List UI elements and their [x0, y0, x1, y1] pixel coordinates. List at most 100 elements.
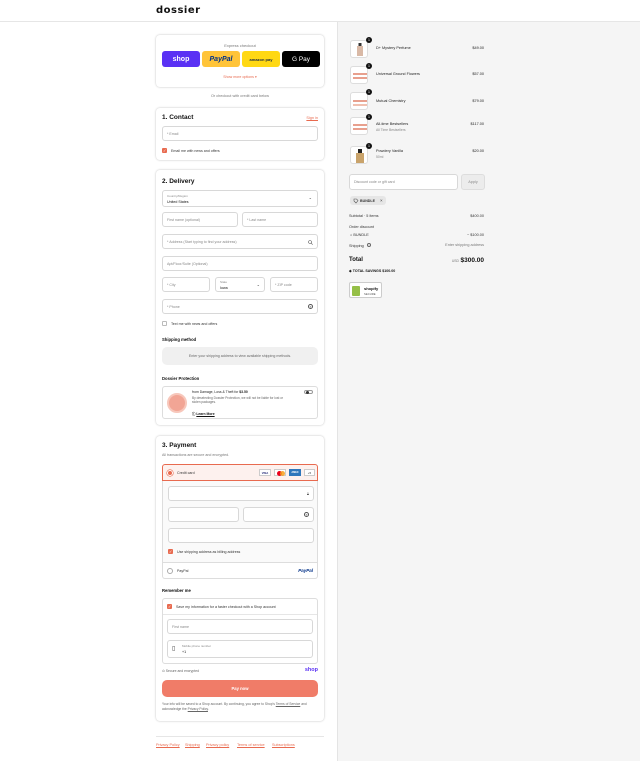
- sign-in-link[interactable]: Sign in: [306, 116, 318, 120]
- paypal-label: PayPal: [177, 568, 189, 573]
- remove-discount-icon[interactable]: ×: [380, 198, 383, 203]
- email-news-checkbox[interactable]: ✓: [162, 148, 167, 153]
- text-news-label: Text me with news and offers: [171, 321, 218, 326]
- contact-card: 1. Contact Sign in * Email ✓ Email me wi…: [156, 108, 324, 160]
- paypal-button[interactable]: PayPal: [202, 51, 240, 67]
- legal-text: Your info will be saved to a Shop accoun…: [162, 702, 318, 712]
- item-name: D+ Mystery Perfume: [376, 46, 411, 50]
- first-name-field[interactable]: First name (optional): [162, 212, 238, 227]
- amex-icon: AMEX: [289, 469, 301, 476]
- mobile-phone-field[interactable]: ▯ Mobile phone number +1: [167, 640, 313, 658]
- country-select[interactable]: Country/Region United States ⌄: [162, 190, 318, 207]
- perfume-samples-icon: [353, 124, 367, 130]
- search-icon: [308, 240, 313, 245]
- protection-title: Dossier Protection: [162, 376, 200, 381]
- secure-encrypted-label: ⊙ Secure and encrypted: [162, 669, 199, 673]
- discount-tag-chip: BUNDLE ×: [350, 196, 386, 205]
- currency-code: USD: [451, 259, 459, 263]
- or-divider-text: Or checkout with credit card below: [210, 94, 270, 98]
- product-thumbnail: [350, 66, 368, 84]
- last-name-field[interactable]: * Last name: [242, 212, 318, 227]
- help-circle-icon[interactable]: ?: [308, 304, 313, 309]
- perfume-samples-icon: [353, 100, 367, 106]
- tag-icon: [353, 198, 359, 203]
- billing-address-label: Use shipping address as billing address: [177, 549, 241, 554]
- item-price: $79.00: [472, 99, 484, 103]
- billing-address-checkbox[interactable]: ✓: [168, 549, 173, 554]
- shipping-method-notice: Enter your shipping address to view avai…: [162, 347, 318, 365]
- order-discount-label: Order discount: [349, 225, 374, 229]
- help-circle-icon[interactable]: [366, 243, 371, 247]
- chevron-down-icon: ⌄: [308, 195, 312, 200]
- footer-link-privacy-policy-2[interactable]: Privacy policy: [206, 743, 229, 747]
- item-price: $49.00: [472, 46, 484, 50]
- apartment-field[interactable]: Apt/Floor/Suite (Optional): [162, 256, 318, 271]
- product-thumbnail: [350, 117, 368, 135]
- item-name: Mutual Chemistry: [376, 99, 406, 103]
- info-icon: ⓘ: [192, 411, 196, 416]
- remember-me-box: ✓ Save my information for a faster check…: [162, 598, 318, 664]
- save-info-label: Save my information for a faster checkou…: [176, 604, 276, 609]
- badge-top-text: shopify: [364, 286, 379, 291]
- quantity-badge: 1: [366, 63, 372, 69]
- protection-badge-icon: [167, 393, 187, 413]
- protection-toggle[interactable]: [304, 390, 313, 395]
- learn-more-link[interactable]: ⓘ Learn More: [192, 411, 215, 416]
- terms-link[interactable]: Terms of Service: [276, 702, 301, 706]
- credit-card-option[interactable]: Credit card VISA MC AMEX +5: [162, 464, 318, 481]
- protection-price: $3.50: [239, 390, 248, 394]
- footer-link-terms[interactable]: Terms of service: [237, 743, 265, 747]
- apply-button[interactable]: Apply: [461, 174, 485, 190]
- order-discount-tag-label: BUNDLE: [353, 233, 369, 237]
- subtotal-value: $400.00: [470, 214, 484, 218]
- paypal-radio[interactable]: [167, 568, 173, 574]
- state-select[interactable]: State Iowa ⌄: [215, 277, 265, 292]
- name-on-card-field[interactable]: [168, 528, 314, 543]
- express-checkout-card: Express checkout shop PayPal amazon pay …: [156, 35, 324, 87]
- shop-pay-button[interactable]: shop: [162, 51, 200, 67]
- mobile-phone-icon: ▯: [172, 646, 176, 652]
- item-price: $57.00: [472, 72, 484, 76]
- phone-field[interactable]: * Phone ?: [162, 299, 318, 314]
- perfume-bottle-icon: [357, 43, 363, 56]
- show-more-options-link[interactable]: Show more options ▾: [156, 75, 324, 79]
- card-details-panel: 🔒︎ ? ✓ Use shipping address as billing a…: [162, 481, 318, 563]
- footer-link-privacy-policy[interactable]: Privacy Policy: [156, 743, 180, 747]
- google-pay-button[interactable]: G Pay: [282, 51, 320, 67]
- savings-label: TOTAL SAVINGS: [352, 269, 382, 273]
- paypal-logo: PayPal: [298, 567, 313, 573]
- payment-title: 3. Payment: [162, 442, 197, 449]
- shipping-value: Enter shipping address: [445, 243, 484, 247]
- city-field[interactable]: * City: [162, 277, 210, 292]
- footer-link-shipping[interactable]: Shipping: [185, 743, 200, 747]
- shop-first-name-field[interactable]: First name: [167, 619, 313, 634]
- privacy-link[interactable]: Privacy Policy: [188, 707, 208, 711]
- card-number-field[interactable]: 🔒︎: [168, 486, 314, 501]
- product-thumbnail: [350, 146, 368, 164]
- help-circle-icon[interactable]: ?: [304, 512, 309, 517]
- zip-code-field[interactable]: * ZIP code: [270, 277, 318, 292]
- email-field[interactable]: * Email: [162, 126, 318, 141]
- item-variant: 50ml: [376, 155, 384, 159]
- discount-code-input[interactable]: Discount code or gift card: [349, 174, 458, 190]
- legal-text-c: .: [207, 707, 209, 711]
- pay-now-button[interactable]: Pay now: [162, 680, 318, 697]
- product-thumbnail: [350, 40, 368, 58]
- more-cards-badge: +5: [304, 469, 315, 476]
- subtotal-label: Subtotal · 5 items: [349, 214, 379, 218]
- save-info-checkbox[interactable]: ✓: [167, 604, 172, 609]
- credit-card-radio[interactable]: [167, 470, 173, 476]
- amazon-pay-button[interactable]: amazon pay: [242, 51, 280, 67]
- quantity-badge: 1: [366, 114, 372, 120]
- header: dossier: [0, 0, 640, 22]
- legal-text-a: Your info will be saved to a Shop accoun…: [162, 702, 276, 706]
- expiration-date-field[interactable]: [168, 507, 239, 522]
- footer-link-subscriptions[interactable]: Subscriptions: [272, 743, 295, 747]
- address-field[interactable]: * Address (Start typing to find your add…: [162, 234, 318, 249]
- shop-logo: shop: [304, 667, 318, 673]
- item-price: $117.00: [470, 122, 484, 126]
- text-news-checkbox[interactable]: [162, 321, 167, 326]
- security-code-field[interactable]: ?: [243, 507, 314, 522]
- paypal-option[interactable]: PayPal PayPal: [162, 563, 318, 579]
- brand-logo[interactable]: dossier: [156, 5, 201, 16]
